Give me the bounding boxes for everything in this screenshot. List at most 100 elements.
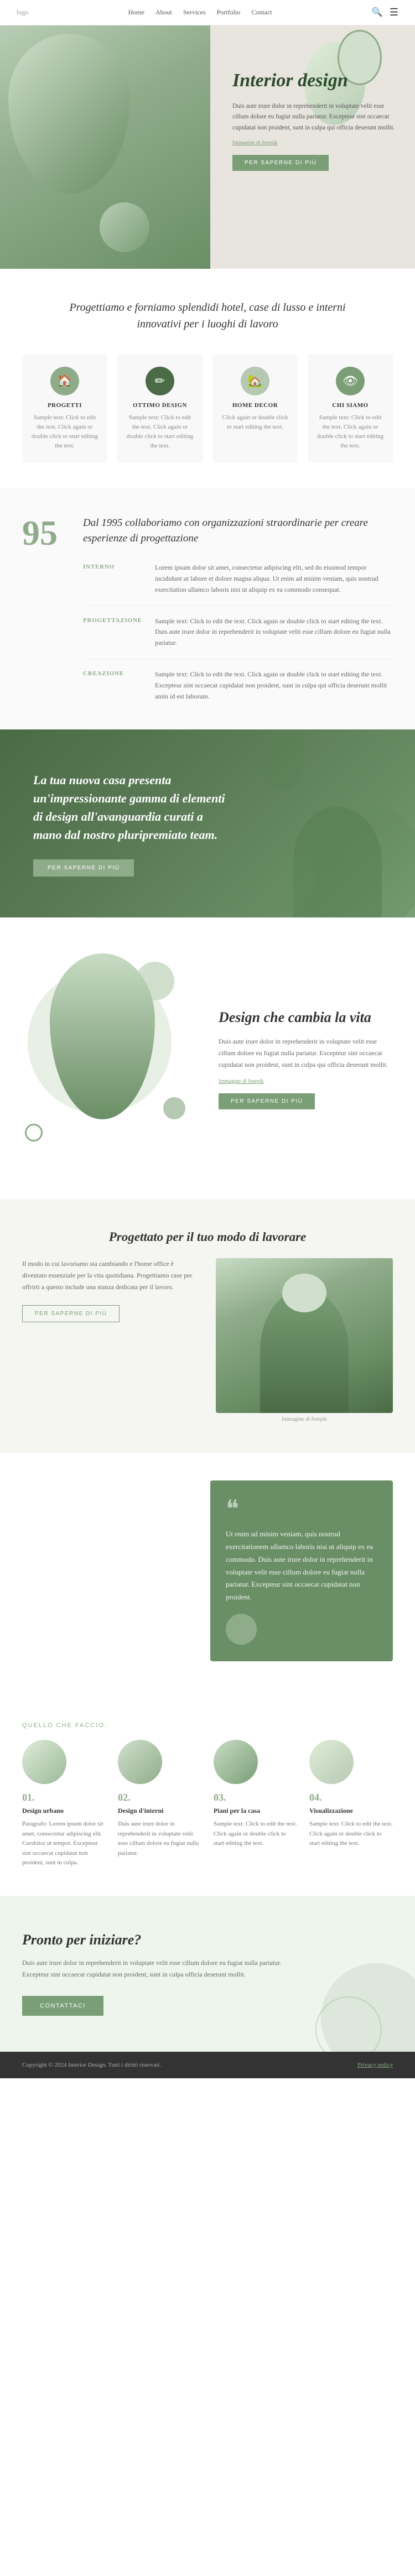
service-icon-3: 🏡 <box>241 367 269 395</box>
banner-section: La tua nuova casa presenta un'impression… <box>0 729 415 917</box>
hero-section: Interior design Duis aute irure dolor in… <box>0 25 415 269</box>
services-grid: 🏠 PROGETTI Sample text: Click to edit th… <box>22 354 393 463</box>
work-image-area: Immagine di freepik <box>216 1258 393 1422</box>
service-text-2: Sample text: Click to edit the text. Cli… <box>125 413 195 451</box>
design-title: Design che cambia la vita <box>219 1008 393 1027</box>
what-text-3: Sample text: Click to edit the text. Cli… <box>214 1819 297 1849</box>
what-card-2: 02. Design d'interni Duis aute irure dol… <box>118 1740 201 1868</box>
what-img-2 <box>118 1740 162 1784</box>
stats-label-2: Progettazione <box>83 616 144 649</box>
nav-item-about[interactable]: About <box>155 8 172 17</box>
cta-title: Pronto per iniziare? <box>22 1932 299 1948</box>
what-text-1: Paragrafo: Lorem ipsum dolor sit amet, c… <box>22 1819 106 1868</box>
what-num-2: 02. <box>118 1792 201 1803</box>
hero-content: Interior design Duis aute irure dolor in… <box>232 70 398 171</box>
section-label: Quello che faccio. <box>22 1722 393 1729</box>
service-icon-4: 👁 <box>336 367 365 395</box>
what-grid: 01. Design urbano Paragrafo: Lorem ipsum… <box>22 1740 393 1868</box>
what-card-1: 01. Design urbano Paragrafo: Lorem ipsum… <box>22 1740 106 1868</box>
work-description: Il modo in cui lavoriamo sta cambiando e… <box>22 1258 199 1293</box>
what-title-1: Design urbano <box>22 1807 106 1815</box>
design-content: Design che cambia la vita Duis aute irur… <box>219 1008 393 1109</box>
services-title: Progettiamo e forniamo splendidi hotel, … <box>47 299 368 332</box>
service-title-2: OTTIMO DESIGN <box>125 402 195 409</box>
stats-row-1: Interno Lorem ipsum dolor sit amet, cons… <box>83 562 393 606</box>
service-title-1: PROGETTI <box>30 402 100 409</box>
design-image-area <box>22 953 196 1164</box>
design-section: Design che cambia la vita Duis aute irur… <box>0 917 415 1200</box>
cta-button[interactable]: CONTATTACI <box>22 1996 103 2016</box>
cta-content: Pronto per iniziare? Duis aute irure dol… <box>22 1932 299 2016</box>
stats-number: 95 <box>22 515 66 551</box>
work-section: Progettato per il tuo modo di lavorare I… <box>0 1200 415 1453</box>
banner-cta-button[interactable]: PER SAPERNE DI PIÙ <box>33 859 134 877</box>
hero-cta-button[interactable]: PER SAPERNE DI PIÙ <box>232 155 329 171</box>
services-section: Progettiamo e forniamo splendidi hotel, … <box>0 269 415 488</box>
menu-icon[interactable]: ☰ <box>390 7 398 18</box>
service-icon-2: ✏ <box>146 367 174 395</box>
stats-section: 95 Dal 1995 collaboriamo con organizzazi… <box>0 488 415 729</box>
main-nav: Home About Services Portfolio Contact <box>128 8 272 17</box>
what-num-4: 04. <box>309 1792 393 1803</box>
service-title-4: CHI SIAMO <box>315 402 385 409</box>
stats-description: Dal 1995 collaboriamo con organizzazioni… <box>83 515 393 546</box>
stats-row-3: Creazione Sample text: Click to edit the… <box>83 669 393 702</box>
what-title-2: Design d'interni <box>118 1807 201 1815</box>
hero-circle-small <box>100 202 149 252</box>
quote-text: Ut enim ad minim veniam, quis nostrud ex… <box>226 1528 377 1604</box>
design-circle-small-filled <box>163 1097 185 1119</box>
cta-section: Pronto per iniziare? Duis aute irure dol… <box>0 1896 415 2052</box>
hero-description: Duis aute irure dolor in reprehenderit i… <box>232 101 398 134</box>
hero-image-credit[interactable]: Immagine di freepik <box>232 140 398 146</box>
what-num-3: 03. <box>214 1792 297 1803</box>
service-text-1: Sample text: Click to edit the text. Cli… <box>30 413 100 451</box>
what-img-3 <box>214 1740 258 1784</box>
search-icon[interactable]: 🔍 <box>372 7 383 18</box>
service-card-2: ✏ OTTIMO DESIGN Sample text: Click to ed… <box>117 354 203 463</box>
stats-label-3: Creazione <box>83 669 144 702</box>
what-card-3: 03. Piani per la casa Sample text: Click… <box>214 1740 297 1868</box>
service-text-3: Click again or double click to start edi… <box>220 413 290 432</box>
service-icon-1: 🏠 <box>50 367 79 395</box>
what-title-4: Visualizzazione <box>309 1807 393 1815</box>
footer-privacy-link[interactable]: Privacy policy <box>357 2062 393 2068</box>
nav-item-portfolio[interactable]: Portfolio <box>217 8 241 17</box>
cta-description: Duis aute irure dolor in reprehenderit i… <box>22 1957 299 1980</box>
hero-title: Interior design <box>232 70 398 92</box>
header: logo Home About Services Portfolio Conta… <box>0 0 415 25</box>
logo: logo <box>17 8 28 17</box>
banner-content: La tua nuova casa presenta un'impression… <box>0 749 266 899</box>
service-card-4: 👁 CHI SIAMO Sample text: Click to edit t… <box>308 354 393 463</box>
stats-row-2: Progettazione Sample text: Click to edit… <box>83 616 393 659</box>
work-cta-button[interactable]: PER SAPERNE DI PIÙ <box>22 1305 120 1322</box>
footer: Copyright © 2024 Interior Design. Tutti … <box>0 2052 415 2078</box>
work-person-img <box>216 1258 393 1413</box>
quote-mark: ❝ <box>226 1497 377 1521</box>
work-title: Progettato per il tuo modo di lavorare <box>22 1230 393 1244</box>
what-num-1: 01. <box>22 1792 106 1803</box>
service-card-1: 🏠 PROGETTI Sample text: Click to edit th… <box>22 354 107 463</box>
stats-label-1: Interno <box>83 562 144 595</box>
design-image-credit[interactable]: Immagine di freepik <box>219 1078 393 1084</box>
stats-text-3: Sample text: Click to edit the text. Cli… <box>155 669 393 702</box>
banner-title: La tua nuova casa presenta un'impression… <box>33 771 232 844</box>
quote-avatar <box>226 1614 257 1645</box>
nav-item-home[interactable]: Home <box>128 8 144 17</box>
what-text-2: Duis aute irure dolor in reprehenderit i… <box>118 1819 201 1858</box>
nav-icons: 🔍 ☰ <box>372 7 398 18</box>
design-cta-button[interactable]: PER SAPERNE DI PIÙ <box>219 1093 315 1109</box>
what-img-4 <box>309 1740 354 1784</box>
design-description: Duis aute irure dolor in reprehenderit i… <box>219 1036 393 1071</box>
stats-text-2: Sample text: Click to edit the text. Cli… <box>155 616 393 649</box>
quote-card: ❝ Ut enim ad minim veniam, quis nostrud … <box>210 1480 393 1661</box>
quote-section: ❝ Ut enim ad minim veniam, quis nostrud … <box>0 1453 415 1689</box>
work-text-area: Il modo in cui lavoriamo sta cambiando e… <box>22 1258 199 1334</box>
work-image-caption: Immagine di freepik <box>216 1416 393 1422</box>
what-card-4: 04. Visualizzazione Sample text: Click t… <box>309 1740 393 1868</box>
nav-item-contact[interactable]: Contact <box>251 8 272 17</box>
what-i-do-section: Quello che faccio. 01. Design urbano Par… <box>0 1689 415 1896</box>
nav-item-services[interactable]: Services <box>183 8 206 17</box>
footer-text: Copyright © 2024 Interior Design. Tutti … <box>22 2062 161 2068</box>
what-img-1 <box>22 1740 66 1784</box>
stats-text-1: Lorem ipsum dolor sit amet, consectetur … <box>155 562 393 595</box>
